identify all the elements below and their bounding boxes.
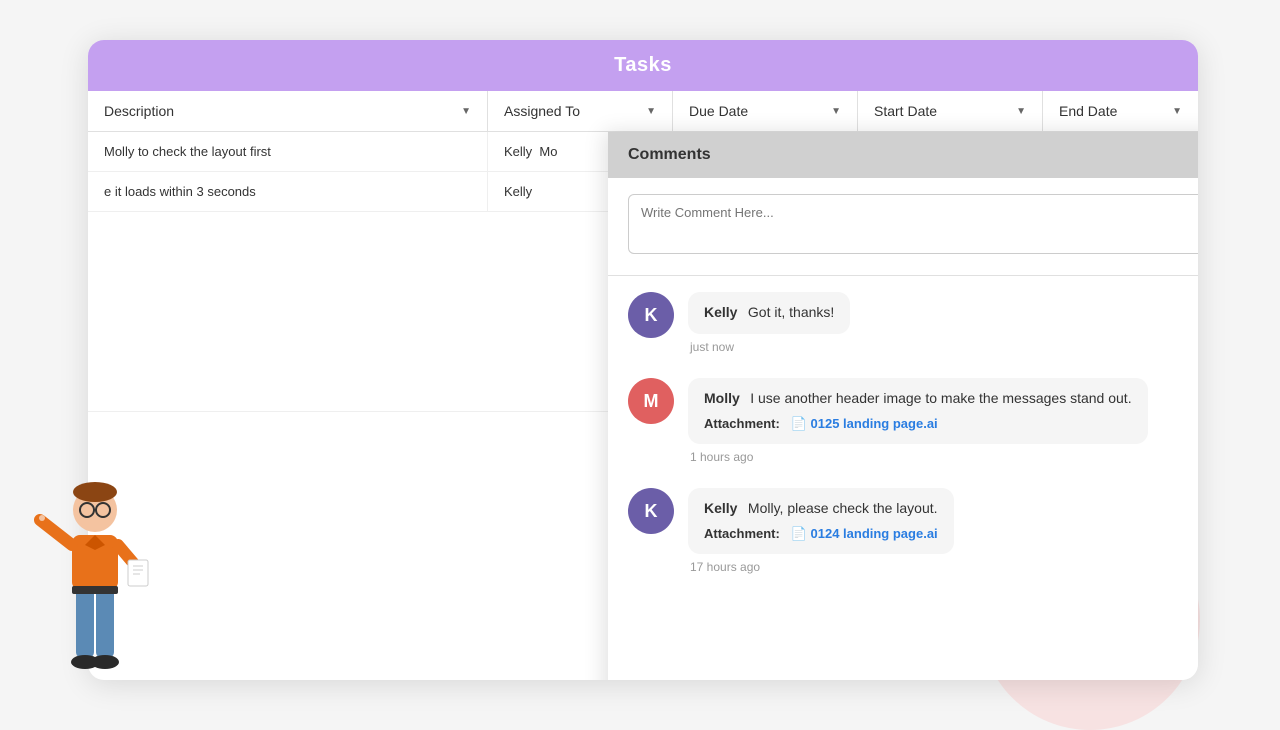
attachment-label: Attachment: <box>704 416 780 431</box>
comment-bubble: Molly I use another header image to make… <box>688 378 1148 444</box>
col-assigned-label: Assigned To <box>504 103 580 119</box>
col-description-arrow[interactable]: ▼ <box>461 106 471 117</box>
col-end-label: End Date <box>1059 103 1117 119</box>
col-header-description[interactable]: Description ▼ <box>88 91 488 131</box>
col-header-start[interactable]: Start Date ▼ <box>858 91 1043 131</box>
comment-content: Kelly Molly, please check the layout. At… <box>688 488 1198 574</box>
comment-item: K Kelly Molly, please check the layout. … <box>628 488 1198 574</box>
cell-description-1: Molly to check the layout first <box>88 132 488 171</box>
comment-time: just now <box>688 340 1198 354</box>
col-start-arrow[interactable]: ▼ <box>1016 106 1026 117</box>
description-text-2: e it loads within 3 seconds <box>104 184 256 199</box>
assigned-text-1: Kelly Mo <box>504 144 557 159</box>
comment-item: M Molly I use another header image to ma… <box>628 378 1198 464</box>
col-description-label: Description <box>104 103 174 119</box>
avatar-letter: K <box>645 501 658 522</box>
comment-item: K Kelly Got it, thanks! just now <box>628 292 1198 354</box>
attachment-link[interactable]: 0124 landing page.ai <box>811 526 938 541</box>
avatar-letter: K <box>645 305 658 326</box>
table-header: Description ▼ Assigned To ▼ Due Date ▼ S… <box>88 91 1198 132</box>
col-header-assigned[interactable]: Assigned To ▼ <box>488 91 673 131</box>
comments-panel: Comments ↗ K <box>608 132 1198 680</box>
avatar: K <box>628 292 674 338</box>
comment-author: Kelly <box>704 500 737 516</box>
attachment-link[interactable]: 0125 landing page.ai <box>811 416 938 431</box>
comment-author: Kelly <box>704 304 737 320</box>
comments-panel-header: Comments <box>608 132 1198 178</box>
col-end-arrow[interactable]: ▼ <box>1172 106 1182 117</box>
col-header-end[interactable]: End Date ▼ <box>1043 91 1198 131</box>
avatar: M <box>628 378 674 424</box>
comment-content: Molly I use another header image to make… <box>688 378 1198 464</box>
title-bar: Tasks <box>88 40 1198 91</box>
col-due-label: Due Date <box>689 103 748 119</box>
comment-bubble: Kelly Got it, thanks! <box>688 292 850 334</box>
col-due-arrow[interactable]: ▼ <box>831 106 841 117</box>
comment-text: I use another header image to make the m… <box>750 390 1131 406</box>
comment-text: Got it, thanks! <box>748 304 834 320</box>
comment-attachment: Attachment: 📄 0125 landing page.ai <box>704 416 1132 432</box>
avatar-letter: M <box>644 391 659 412</box>
col-start-label: Start Date <box>874 103 937 119</box>
comment-time: 17 hours ago <box>688 560 1198 574</box>
comment-input-area <box>608 178 1198 276</box>
person-illustration <box>20 470 170 710</box>
main-window: Tasks Description ▼ Assigned To ▼ Due Da… <box>88 40 1198 680</box>
table-body: Molly to check the layout first Kelly Mo… <box>88 132 1198 412</box>
comment-attachment: Attachment: 📄 0124 landing page.ai <box>704 526 938 542</box>
comments-title: Comments <box>628 146 711 163</box>
cell-description-2: e it loads within 3 seconds <box>88 172 488 211</box>
comment-text: Molly, please check the layout. <box>748 500 938 516</box>
assigned-text-2: Kelly <box>504 184 532 199</box>
col-header-due[interactable]: Due Date ▼ <box>673 91 858 131</box>
comment-time: 1 hours ago <box>688 450 1198 464</box>
comment-author: Molly <box>704 390 740 406</box>
avatar: K <box>628 488 674 534</box>
app-title: Tasks <box>614 54 672 76</box>
col-assigned-arrow[interactable]: ▼ <box>646 106 656 117</box>
comment-bubble: Kelly Molly, please check the layout. At… <box>688 488 954 554</box>
attachment-file-icon: 📄 <box>791 526 807 541</box>
description-text-1: Molly to check the layout first <box>104 144 271 159</box>
comment-input[interactable] <box>628 194 1198 254</box>
comment-content: Kelly Got it, thanks! just now <box>688 292 1198 354</box>
attachment-file-icon: 📄 <box>791 416 807 431</box>
attachment-label: Attachment: <box>704 526 780 541</box>
comments-list: K Kelly Got it, thanks! just now M <box>608 276 1198 680</box>
